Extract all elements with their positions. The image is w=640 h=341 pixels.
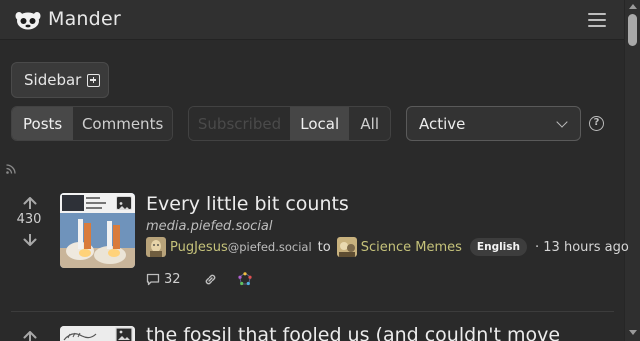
feed-filter-tabs: Subscribed Local All	[188, 106, 391, 141]
post-thumbnail[interactable]	[60, 326, 135, 341]
mander-logo-icon[interactable]	[14, 8, 42, 32]
content-type-tabs: Posts Comments	[11, 106, 173, 141]
fediverse-icon[interactable]	[237, 272, 252, 286]
sort-select-value: Active	[419, 114, 466, 133]
tab-posts[interactable]: Posts	[12, 107, 74, 140]
tab-all[interactable]: All	[349, 107, 390, 140]
menu-icon[interactable]	[588, 13, 606, 27]
scroll-down-icon[interactable]	[629, 330, 637, 335]
sort-select[interactable]: Active	[406, 106, 581, 141]
sidebar-button[interactable]: Sidebar	[11, 62, 109, 98]
page-scrollbar[interactable]	[624, 0, 640, 341]
upvote-icon[interactable]	[23, 197, 37, 209]
sidebar-button-label: Sidebar	[24, 71, 82, 89]
post-title[interactable]: the fossil that fooled us (and couldn't …	[146, 324, 560, 341]
post-meta: PugJesus @piefed.social to Science Memes…	[146, 237, 629, 257]
post-domain[interactable]: media.piefed.social	[146, 219, 273, 234]
plus-square-icon	[87, 73, 101, 87]
tab-local[interactable]: Local	[290, 107, 350, 140]
to-label: to	[317, 239, 331, 255]
language-badge: English	[469, 238, 528, 256]
scroll-thumb[interactable]	[628, 14, 637, 46]
scroll-up-icon[interactable]	[629, 4, 637, 9]
rss-icon[interactable]	[6, 164, 16, 174]
tab-subscribed: Subscribed	[189, 107, 290, 140]
post-score: 430	[16, 212, 42, 227]
tab-comments[interactable]: Comments	[73, 107, 172, 140]
comment-icon[interactable]	[146, 273, 160, 286]
upvote-icon[interactable]	[23, 331, 37, 341]
author-avatar[interactable]	[146, 237, 166, 257]
post-divider	[11, 311, 614, 312]
downvote-icon[interactable]	[23, 234, 37, 246]
post-time-value: 13 hours ago	[543, 239, 629, 255]
post-title[interactable]: Every little bit counts	[146, 193, 349, 215]
link-icon[interactable]	[203, 272, 218, 287]
post-actions: 32	[146, 270, 252, 288]
image-icon	[116, 196, 132, 210]
app-title[interactable]: Mander	[48, 8, 121, 30]
post-time: · 13 hours ago	[535, 239, 629, 255]
help-icon[interactable]: ?	[589, 116, 604, 131]
community-link[interactable]: Science Memes	[361, 240, 462, 255]
author-link[interactable]: PugJesus	[170, 240, 228, 255]
top-bar: Mander	[0, 0, 624, 40]
chevron-down-icon	[556, 116, 568, 128]
author-instance[interactable]: @piefed.social	[228, 240, 312, 254]
comment-count[interactable]: 32	[164, 272, 181, 287]
community-avatar[interactable]	[336, 237, 357, 257]
